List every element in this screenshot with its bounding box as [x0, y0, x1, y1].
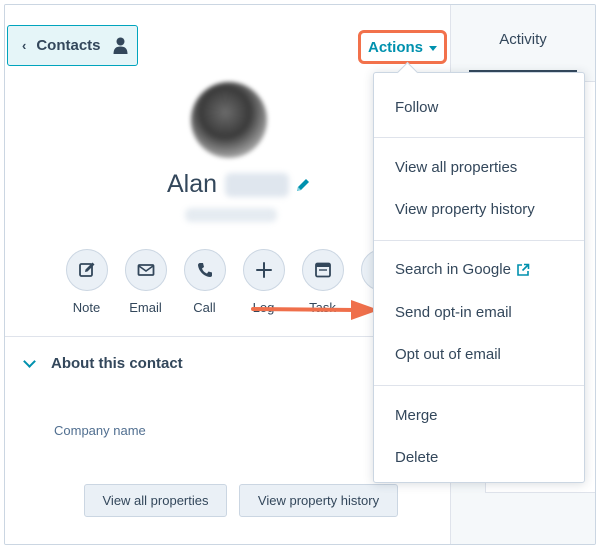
note-icon	[78, 262, 94, 277]
chevron-left-icon: ‹	[22, 38, 27, 53]
plus-icon	[255, 262, 272, 278]
company-name-label: Company name	[54, 423, 146, 438]
menu-item-search-in-google[interactable]: Search in Google	[395, 261, 530, 278]
about-section-title: About this contact	[51, 355, 183, 372]
log-button[interactable]	[242, 249, 285, 291]
about-section-toggle[interactable]: About this contact	[23, 355, 183, 372]
contact-subtitle-redacted	[185, 208, 277, 222]
view-all-properties-button[interactable]: View all properties	[84, 484, 227, 517]
contact-name: Alan	[167, 170, 311, 199]
phone-icon	[197, 263, 212, 277]
menu-item-view-property-history[interactable]: View property history	[395, 201, 535, 218]
chevron-down-icon	[23, 355, 36, 368]
menu-item-delete[interactable]: Delete	[395, 449, 438, 466]
quick-action-label: Note	[72, 300, 101, 315]
quick-action-call[interactable]: Call	[175, 249, 234, 315]
quick-action-email[interactable]: Email	[116, 249, 175, 315]
caret-down-icon	[429, 45, 437, 51]
menu-divider	[374, 385, 584, 386]
menu-divider	[374, 137, 584, 138]
pencil-icon[interactable]	[295, 177, 311, 193]
quick-action-label: Email	[129, 300, 162, 315]
tab-activity[interactable]: Activity	[469, 5, 577, 73]
contact-first-name: Alan	[167, 170, 218, 198]
actions-dropdown-menu: Follow View all properties View property…	[373, 72, 585, 483]
view-property-history-button[interactable]: View property history	[239, 484, 398, 517]
task-icon	[314, 262, 331, 278]
avatar	[191, 82, 267, 158]
menu-item-view-all-properties[interactable]: View all properties	[395, 159, 517, 176]
actions-dropdown-button[interactable]: Actions	[358, 30, 447, 64]
quick-action-label: Call	[193, 300, 216, 315]
back-to-contacts-button[interactable]: ‹ Contacts	[7, 25, 138, 66]
app-frame: ‹ Contacts Actions Alan Note Email Call …	[4, 4, 596, 545]
menu-item-label: Search in Google	[395, 261, 511, 278]
contacts-label: Contacts	[36, 37, 101, 54]
call-button[interactable]	[183, 249, 226, 291]
menu-item-send-opt-in-email[interactable]: Send opt-in email	[395, 304, 512, 321]
quick-action-note[interactable]: Note	[57, 249, 116, 315]
external-link-icon	[517, 263, 530, 276]
menu-divider	[374, 240, 584, 241]
note-button[interactable]	[65, 249, 108, 291]
task-button[interactable]	[301, 249, 344, 291]
email-button[interactable]	[124, 249, 167, 291]
annotation-arrow	[251, 300, 379, 320]
actions-label: Actions	[367, 38, 423, 56]
menu-item-opt-out-of-email[interactable]: Opt out of email	[395, 346, 501, 363]
person-icon	[113, 37, 128, 54]
contact-last-name-redacted	[225, 172, 290, 197]
menu-item-merge[interactable]: Merge	[395, 407, 438, 424]
email-icon	[137, 264, 154, 276]
menu-item-follow[interactable]: Follow	[395, 99, 438, 116]
